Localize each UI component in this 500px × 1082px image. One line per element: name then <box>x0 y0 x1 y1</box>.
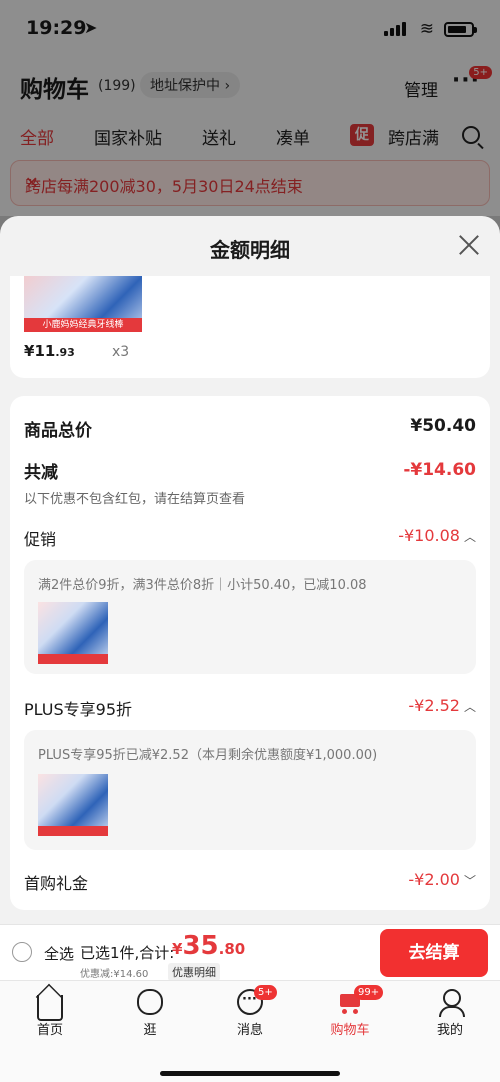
promo-detail-text: 满2件总价9折，满3件总价8折｜小计50.40，已减10.08 <box>38 578 367 593</box>
product-image: 小鹿妈妈经典牙线棒 <box>24 276 142 332</box>
cart-badge: 99+ <box>354 985 384 1000</box>
reduction-label: 共减 <box>24 463 58 483</box>
plus-label: PLUS专享95折 <box>24 700 132 719</box>
plus-detail-text: PLUS专享95折已减¥2.52（本月剩余优惠额度¥1,000.00) <box>38 748 378 763</box>
checkout-button[interactable]: 去结算 <box>380 929 488 977</box>
goods-total-value: ¥50.40 <box>410 416 476 436</box>
amount-breakdown-card: 商品总价 ¥50.40 共减 -¥14.60 以下优惠不包含红包，请在结算页查看… <box>10 396 490 910</box>
tab-messages[interactable]: 5+ 消息 <box>210 985 290 1038</box>
plus-value: -¥2.52 <box>408 696 460 715</box>
browse-icon <box>137 989 163 1015</box>
first-gift-toggle[interactable]: -¥2.00 ﹀ <box>408 870 476 889</box>
overlay-dim[interactable] <box>0 0 500 216</box>
plus-detail-box: PLUS专享95折已减¥2.52（本月剩余优惠额度¥1,000.00) <box>24 730 476 850</box>
profile-icon <box>437 989 465 1017</box>
reduction-note: 以下优惠不包含红包，请在结算页查看 <box>24 492 246 507</box>
bottom-tab-bar: 首页 逛 5+ 消息 99+ 购物车 我的 <box>0 980 500 1082</box>
promo-label: 促销 <box>24 530 57 549</box>
reduction-value: -¥14.60 <box>403 460 476 480</box>
selected-count: 已选1件,合计: <box>80 944 175 962</box>
discount-amount: 优惠减:¥14.60 <box>80 969 149 980</box>
select-all-checkbox[interactable] <box>12 942 32 962</box>
home-indicator <box>160 1071 340 1076</box>
tab-profile[interactable]: 我的 <box>410 989 490 1038</box>
chevron-up-icon: ︿ <box>463 700 476 714</box>
amount-detail-sheet: 金额明细 小鹿妈妈经典牙线棒 ¥11.93 x3 商品总价 ¥50.40 共减 … <box>0 216 500 924</box>
home-icon <box>37 995 63 1021</box>
product-card: 小鹿妈妈经典牙线棒 ¥11.93 x3 <box>10 276 490 378</box>
product-image-caption: 小鹿妈妈经典牙线棒 <box>24 318 142 332</box>
chevron-up-icon: ︿ <box>463 530 476 544</box>
product-quantity: x3 <box>112 344 130 360</box>
promo-value: -¥10.08 <box>398 526 460 545</box>
promo-toggle[interactable]: -¥10.08 ︿ <box>398 526 476 545</box>
goods-total-label: 商品总价 <box>24 421 92 441</box>
sheet-title: 金额明细 <box>210 238 290 262</box>
tab-browse[interactable]: 逛 <box>110 989 190 1038</box>
close-icon[interactable] <box>456 232 482 258</box>
discount-detail-link[interactable]: 优惠明细 <box>168 963 220 981</box>
plus-toggle[interactable]: -¥2.52 ︿ <box>408 696 476 715</box>
promo-detail-box: 满2件总价9折，满3件总价8折｜小计50.40，已减10.08 <box>24 560 476 674</box>
tab-home[interactable]: 首页 <box>10 989 90 1038</box>
total-price: ¥35.80 <box>172 931 246 961</box>
product-thumbnail <box>38 602 108 664</box>
first-gift-label: 首购礼金 <box>24 874 89 893</box>
checkout-bar: 全选 已选1件,合计: ¥35.80 优惠减:¥14.60 优惠明细 去结算 <box>0 924 500 981</box>
first-gift-value: -¥2.00 <box>408 870 460 889</box>
chevron-down-icon: ﹀ <box>463 874 476 888</box>
product-thumbnail <box>38 774 108 836</box>
tab-cart[interactable]: 99+ 购物车 <box>310 985 390 1038</box>
product-price: ¥11.93 <box>24 342 75 360</box>
messages-badge: 5+ <box>254 985 277 1000</box>
select-all-label[interactable]: 全选 <box>44 943 74 964</box>
